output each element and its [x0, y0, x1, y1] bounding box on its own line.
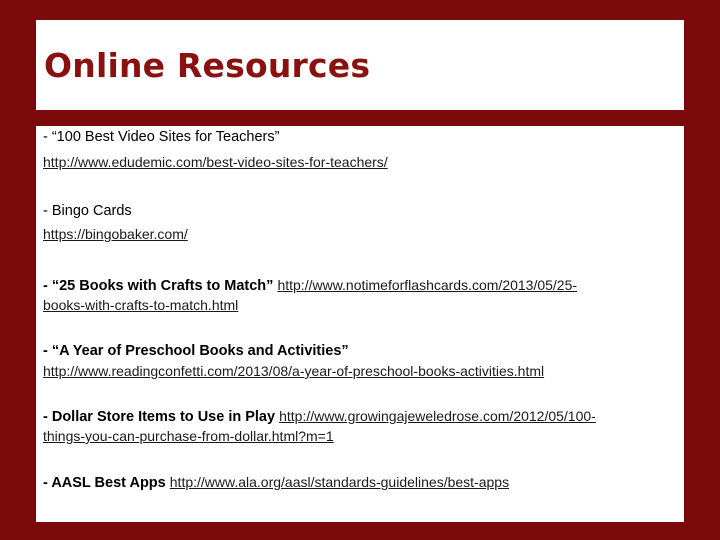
entry-label: - “25 Books with Crafts to Match” — [43, 278, 278, 294]
list-item-preschool-books: - “A Year of Preschool Books and Activit… — [43, 342, 673, 381]
entry-link-part1[interactable]: http://www.notimeforflashcards.com/2013/… — [277, 277, 577, 293]
list-item-aasl-apps: - AASL Best Apps http://www.ala.org/aasl… — [43, 473, 673, 493]
entry-label: - Bingo Cards — [43, 203, 132, 219]
entry-label: - Dollar Store Items to Use in Play — [43, 409, 280, 425]
entry-link[interactable]: http://www.edudemic.com/best-video-sites… — [43, 153, 673, 172]
entry-label: - AASL Best Apps — [43, 475, 170, 491]
page-title: Online Resources — [44, 46, 371, 85]
slide-frame: Online Resources - “100 Best Video Sites… — [0, 0, 720, 540]
content-box: - “100 Best Video Sites for Teachers” ht… — [36, 126, 684, 522]
list-item-dollar-store: - Dollar Store Items to Use in Play http… — [43, 407, 673, 447]
title-box: Online Resources — [36, 20, 684, 110]
entry-link[interactable]: http://www.ala.org/aasl/standards-guidel… — [170, 474, 509, 490]
entry-link-part2[interactable]: things-you-can-purchase-from-dollar.html… — [43, 428, 334, 444]
list-item-video-sites: - “100 Best Video Sites for Teachers” ht… — [43, 128, 673, 172]
entry-link[interactable]: http://www.readingconfetti.com/2013/08/a… — [43, 362, 673, 381]
list-item-books-crafts: - “25 Books with Crafts to Match” http:/… — [43, 276, 673, 316]
entry-link-part1[interactable]: http://www.growingajeweledrose.com/2012/… — [279, 408, 596, 424]
entry-label: - “A Year of Preschool Books and Activit… — [43, 343, 349, 359]
list-item-bingo-cards: - Bingo Cards https://bingobaker.com/ — [43, 202, 673, 244]
entry-label: - “100 Best Video Sites for Teachers” — [43, 129, 280, 145]
entry-link[interactable]: https://bingobaker.com/ — [43, 225, 673, 244]
entry-link-part2[interactable]: books-with-crafts-to-match.html — [43, 297, 238, 313]
